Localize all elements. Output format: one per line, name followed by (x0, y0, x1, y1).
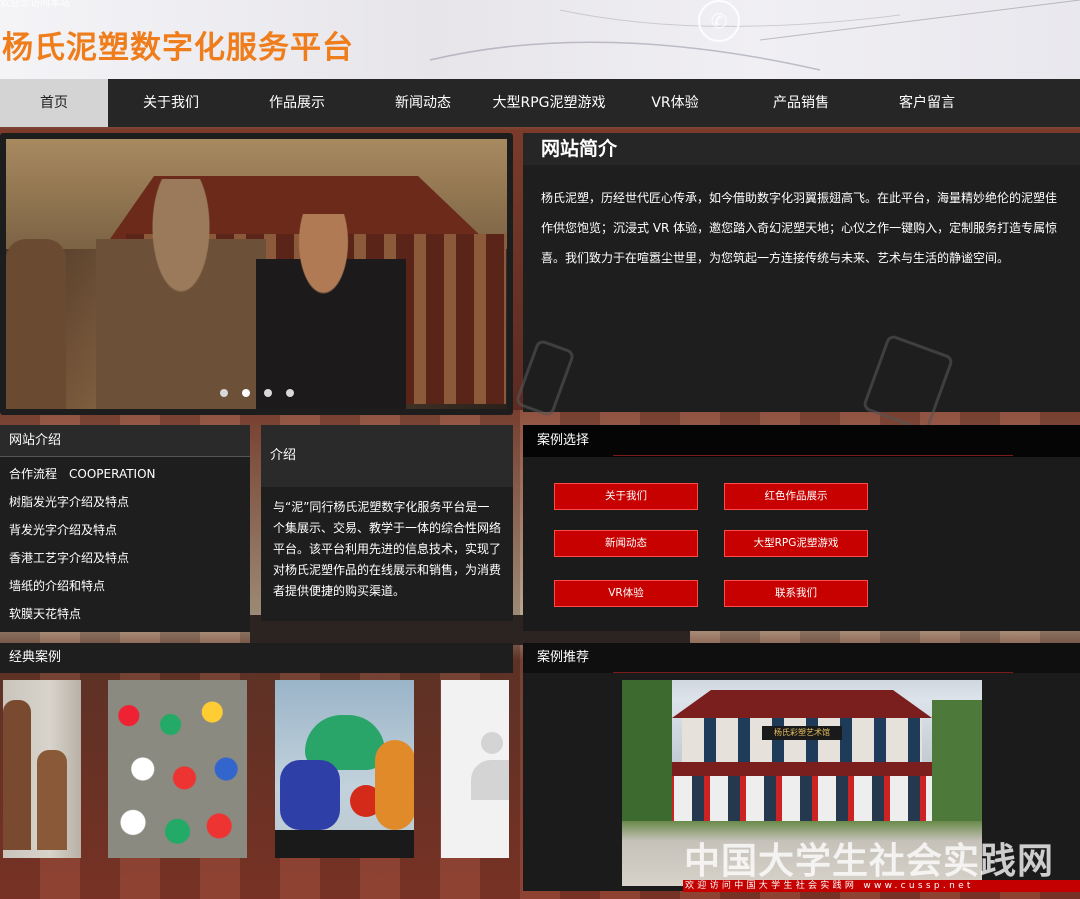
intro-panel: 网站简介 杨氏泥塑，历经世代匠心传承，如今借助数字化羽翼振翅高飞。在此平台，海量… (514, 133, 1080, 433)
site-title: 杨氏泥塑数字化服务平台 (2, 30, 354, 66)
nav-item-rpg-game[interactable]: 大型RPG泥塑游戏 (486, 79, 612, 127)
list-item[interactable]: 香港工艺字介绍及特点 (0, 547, 250, 575)
case-button-about[interactable]: 关于我们 (554, 483, 698, 510)
sculptor-figure (256, 214, 406, 409)
nav-item-about[interactable]: 关于我们 (108, 79, 234, 127)
about-list: 合作流程 COOPERATION 树脂发光字介绍及特点 背发光字介绍及特点 香港… (0, 457, 250, 631)
case-selection-panel: 案例选择 关于我们 红色作品展示 新闻动态 大型RPG泥塑游戏 VR体验 联系我… (523, 425, 1080, 631)
main-nav: 首页 关于我们 作品展示 新闻动态 大型RPG泥塑游戏 VR体验 产品销售 客户… (0, 79, 1080, 127)
list-item[interactable]: 合作流程 COOPERATION (0, 463, 250, 491)
mid-intro-text: 与“泥”同行杨氏泥塑数字化服务平台是一个集展示、交易、教学于一体的综合性网络平台… (273, 500, 502, 598)
case-thumbnail[interactable] (108, 680, 247, 858)
case-selection-title: 案例选择 (523, 425, 1080, 457)
phone-icon[interactable]: ✆ (698, 0, 740, 42)
about-title: 网站介绍 (0, 425, 250, 457)
case-thumbnail[interactable] (3, 680, 81, 858)
nav-item-sales[interactable]: 产品销售 (738, 79, 864, 127)
top-bar-text: 欢迎您访问本站 (0, 0, 70, 9)
case-button-news[interactable]: 新闻动态 (554, 530, 698, 557)
image-slider[interactable] (0, 133, 513, 415)
list-item[interactable]: 背发光字介绍及特点 (0, 519, 250, 547)
nav-item-vr[interactable]: VR体验 (612, 79, 738, 127)
case-button-red-works[interactable]: 红色作品展示 (724, 483, 868, 510)
slider-dot[interactable] (285, 389, 294, 397)
slider-dot-active[interactable] (241, 389, 250, 397)
case-thumbnail[interactable] (275, 680, 414, 858)
case-button-vr[interactable]: VR体验 (554, 580, 698, 607)
about-panel: 网站介绍 合作流程 COOPERATION 树脂发光字介绍及特点 背发光字介绍及… (0, 425, 250, 632)
list-item[interactable]: 墙纸的介绍和特点 (0, 575, 250, 603)
slider-dots (6, 382, 507, 401)
mid-intro-panel: 介绍 与“泥”同行杨氏泥塑数字化服务平台是一个集展示、交易、教学于一体的综合性网… (261, 425, 513, 621)
classic-cases-title: 经典案例 (9, 650, 62, 665)
image-placeholder[interactable] (441, 680, 509, 858)
statue-figure (96, 179, 266, 409)
museum-plaque: 杨氏彩塑艺术馆 (762, 726, 842, 740)
classic-cases-header: 经典案例 (0, 643, 513, 673)
list-item[interactable]: 树脂发光字介绍及特点 (0, 491, 250, 519)
image-placeholder-icon (481, 732, 503, 754)
slider-dot[interactable] (219, 389, 228, 397)
nav-item-news[interactable]: 新闻动态 (360, 79, 486, 127)
case-button-rpg-game[interactable]: 大型RPG泥塑游戏 (724, 530, 868, 557)
slider-dot[interactable] (263, 389, 272, 397)
mid-intro-title: 介绍 (261, 425, 513, 487)
intro-title: 网站简介 (523, 133, 1080, 165)
intro-text: 杨氏泥塑，历经世代匠心传承，如今借助数字化羽翼振翅高飞。在此平台，海量精妙绝伦的… (541, 191, 1058, 265)
list-item[interactable]: 软膜天花特点 (0, 603, 250, 631)
case-button-contact[interactable]: 联系我们 (724, 580, 868, 607)
slide-image[interactable] (6, 139, 507, 409)
watermark-bar: 欢迎访问中国大学生社会实践网 www.cussp.net (683, 880, 1080, 892)
phone-outline-icon (514, 338, 576, 418)
watermark-text: 中国大学生社会实践网 (684, 840, 1055, 882)
nav-item-home[interactable]: 首页 (0, 79, 108, 127)
nav-item-works[interactable]: 作品展示 (234, 79, 360, 127)
case-recommend-title: 案例推荐 (523, 643, 1080, 673)
nav-item-messages[interactable]: 客户留言 (864, 79, 990, 127)
